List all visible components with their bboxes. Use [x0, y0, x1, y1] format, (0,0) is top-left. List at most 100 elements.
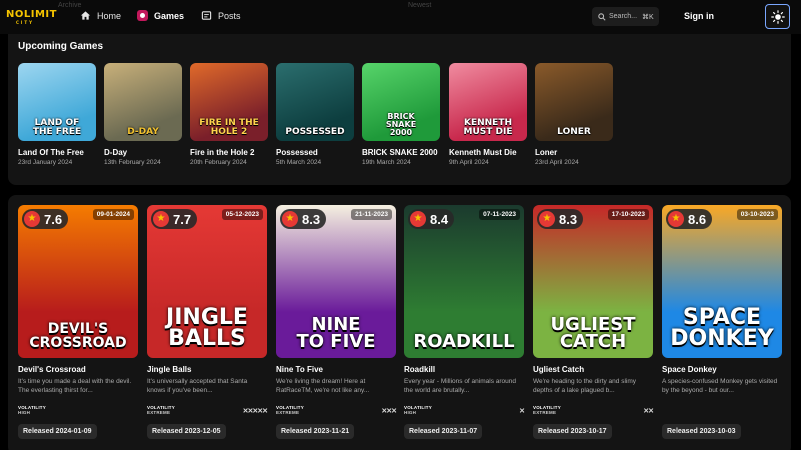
- upcoming-game-card[interactable]: LAND OF THE FREE Land Of The Free 23rd Jan…: [18, 63, 96, 166]
- volatility-level: EXTREME: [147, 410, 171, 415]
- game-card[interactable]: ★ 8.3 21-11-2023 NINE TO FIVE Nine To Five We…: [276, 205, 397, 439]
- games-grid: ★ 7.6 09-01-2024 DEVIL'S CROSSROAD Devil's C…: [8, 195, 791, 450]
- volatility-label: VOLATILITY EXTREME: [533, 405, 561, 415]
- upcoming-game-thumbnail[interactable]: D-DAY: [104, 63, 182, 141]
- upcoming-game-art-title: LAND OF THE FREE: [32, 118, 82, 137]
- upcoming-game-art-title: D-DAY: [127, 127, 159, 137]
- game-tags: VOLATILITY EXTREME ✕✕: [533, 405, 654, 417]
- sun-icon: [770, 9, 785, 24]
- upcoming-game-card[interactable]: FIRE IN THE HOLE 2 Fire in the Hole 2 20th…: [190, 63, 268, 166]
- upcoming-game-card[interactable]: KENNETH MUST DIE Kenneth Must Die 9th Apri…: [449, 63, 527, 166]
- game-thumbnail[interactable]: ★ 7.7 05-12-2023 JINGLE BALLS: [147, 205, 267, 358]
- volatility-level: HIGH: [404, 410, 417, 415]
- nav-home-label: Home: [97, 10, 122, 21]
- upcoming-game-date: 23rd April 2024: [535, 159, 579, 166]
- nav-games-link[interactable]: Games: [137, 10, 184, 21]
- upcoming-games-section: Upcoming Games LAND OF THE FREE Land Of T…: [8, 34, 791, 185]
- star-icon: ★: [24, 211, 40, 227]
- rating-value: 7.7: [173, 211, 192, 227]
- game-card[interactable]: ★ 7.6 09-01-2024 DEVIL'S CROSSROAD Devil's C…: [18, 205, 138, 439]
- upcoming-game-thumbnail[interactable]: LONER: [535, 63, 613, 141]
- released-badge: Released 2023-10-03: [662, 424, 741, 439]
- game-name[interactable]: Ugliest Catch: [533, 365, 653, 374]
- logo[interactable]: NOLIMIT CITY: [6, 9, 57, 25]
- top-nav: NOLIMIT CITY Archive Newest Home Games P…: [0, 0, 801, 34]
- volatility-label: VOLATILITY HIGH: [404, 405, 432, 415]
- release-date-pill: 17-10-2023: [607, 209, 649, 220]
- game-card[interactable]: ★ 8.3 17-10-2023 UGLIEST CATCH Ugliest Catch…: [533, 205, 654, 439]
- game-thumbnail[interactable]: ★ 7.6 09-01-2024 DEVIL'S CROSSROAD: [18, 205, 138, 358]
- search-button[interactable]: Search... ⌘K: [592, 7, 659, 26]
- upcoming-game-date: 23rd January 2024: [18, 159, 73, 166]
- volatility-level: HIGH: [18, 410, 31, 415]
- nav-home-link[interactable]: Home: [80, 10, 121, 21]
- game-tags: [662, 405, 782, 417]
- upcoming-game-card[interactable]: D-DAY D-Day 13th February 2024: [104, 63, 182, 166]
- home-icon: [80, 11, 91, 20]
- upcoming-game-art-title: POSSESSED: [285, 127, 345, 137]
- sign-in-button[interactable]: Sign in: [684, 11, 714, 21]
- upcoming-game-name[interactable]: Possessed: [276, 148, 354, 157]
- game-thumbnail[interactable]: ★ 8.6 03-10-2023 SPACE DONKEY: [662, 205, 782, 358]
- upcoming-game-name[interactable]: Fire in the Hole 2: [190, 148, 268, 157]
- game-card[interactable]: ★ 8.6 03-10-2023 SPACE DONKEY Space Donkey A …: [662, 205, 782, 439]
- game-tags: VOLATILITY EXTREME ✕✕✕: [276, 405, 397, 417]
- released-badge: Released 2024-01-09: [18, 424, 97, 439]
- upcoming-game-thumbnail[interactable]: BRICK SNAKE 2000: [362, 63, 440, 141]
- released-badge: Released 2023-11-07: [404, 424, 483, 439]
- game-name[interactable]: Devil's Crossroad: [18, 365, 138, 374]
- volatility-label: VOLATILITY HIGH: [18, 405, 46, 415]
- star-icon: ★: [410, 211, 426, 227]
- nav-posts-label: Posts: [218, 10, 241, 21]
- upcoming-game-name[interactable]: D-Day: [104, 148, 182, 157]
- upcoming-game-date: 13th February 2024: [104, 159, 161, 166]
- upcoming-game-thumbnail[interactable]: POSSESSED: [276, 63, 354, 141]
- release-date-pill: 05-12-2023: [221, 209, 263, 220]
- rating-value: 8.3: [302, 211, 321, 227]
- faint-nav-text-2: Newest: [408, 2, 432, 9]
- upcoming-game-art-title: KENNETH MUST DIE: [463, 118, 513, 137]
- game-name[interactable]: Nine To Five: [276, 365, 396, 374]
- game-name[interactable]: Roadkill: [404, 365, 524, 374]
- game-thumbnail[interactable]: ★ 8.3 17-10-2023 UGLIEST CATCH: [533, 205, 653, 358]
- rating-value: 8.3: [559, 211, 578, 227]
- game-name[interactable]: Space Donkey: [662, 365, 782, 374]
- nav-posts-link[interactable]: Posts: [201, 10, 241, 21]
- game-card[interactable]: ★ 7.7 05-12-2023 JINGLE BALLS Jingle Balls It…: [147, 205, 268, 439]
- games-icon: [137, 10, 148, 21]
- upcoming-game-card[interactable]: POSSESSED Possessed 5th March 2024: [276, 63, 354, 166]
- rating-badge: ★ 7.6: [22, 209, 69, 229]
- rating-badge: ★ 7.7: [151, 209, 198, 229]
- game-thumbnail[interactable]: ★ 8.4 07-11-2023 ROADKILL: [404, 205, 524, 358]
- upcoming-game-thumbnail[interactable]: FIRE IN THE HOLE 2: [190, 63, 268, 141]
- upcoming-game-date: 20th February 2024: [190, 159, 247, 166]
- upcoming-game-card[interactable]: BRICK SNAKE 2000 BRICK SNAKE 2000 19th Mar…: [362, 63, 440, 166]
- game-name[interactable]: Jingle Balls: [147, 365, 267, 374]
- search-placeholder: Search...: [609, 13, 638, 20]
- star-icon: ★: [668, 211, 684, 227]
- game-tags: VOLATILITY HIGH: [18, 405, 138, 417]
- upcoming-game-thumbnail[interactable]: LAND OF THE FREE: [18, 63, 96, 141]
- posts-icon: [201, 11, 212, 20]
- game-art-title: ROADKILL: [413, 330, 515, 352]
- theme-toggle-button[interactable]: [765, 4, 790, 29]
- volatility-level: EXTREME: [533, 410, 557, 415]
- upcoming-game-name[interactable]: Land Of The Free: [18, 148, 96, 157]
- release-date-pill: 07-11-2023: [479, 209, 520, 220]
- release-date-pill: 09-01-2024: [92, 209, 134, 220]
- logo-text: NOLIMIT: [6, 9, 57, 20]
- nav-games-label: Games: [154, 10, 185, 21]
- upcoming-game-name[interactable]: Loner: [535, 148, 613, 157]
- upcoming-game-card[interactable]: LONER Loner 23rd April 2024: [535, 63, 613, 166]
- rating-badge: ★ 8.3: [537, 209, 584, 229]
- game-description: It's time you made a deal with the devil…: [18, 378, 132, 395]
- game-thumbnail[interactable]: ★ 8.3 21-11-2023 NINE TO FIVE: [276, 205, 396, 358]
- upcoming-game-art-title: BRICK SNAKE 2000: [385, 112, 417, 137]
- upcoming-game-thumbnail[interactable]: KENNETH MUST DIE: [449, 63, 527, 141]
- upcoming-game-name[interactable]: Kenneth Must Die: [449, 148, 527, 157]
- game-art-title: JINGLE BALLS: [166, 305, 248, 352]
- game-card[interactable]: ★ 8.4 07-11-2023 ROADKILL Roadkill Every year…: [404, 205, 525, 439]
- game-description: Every year - Millions of animals around …: [404, 378, 516, 395]
- upcoming-game-name[interactable]: BRICK SNAKE 2000: [362, 148, 440, 157]
- game-art-title: SPACE DONKEY: [670, 305, 774, 352]
